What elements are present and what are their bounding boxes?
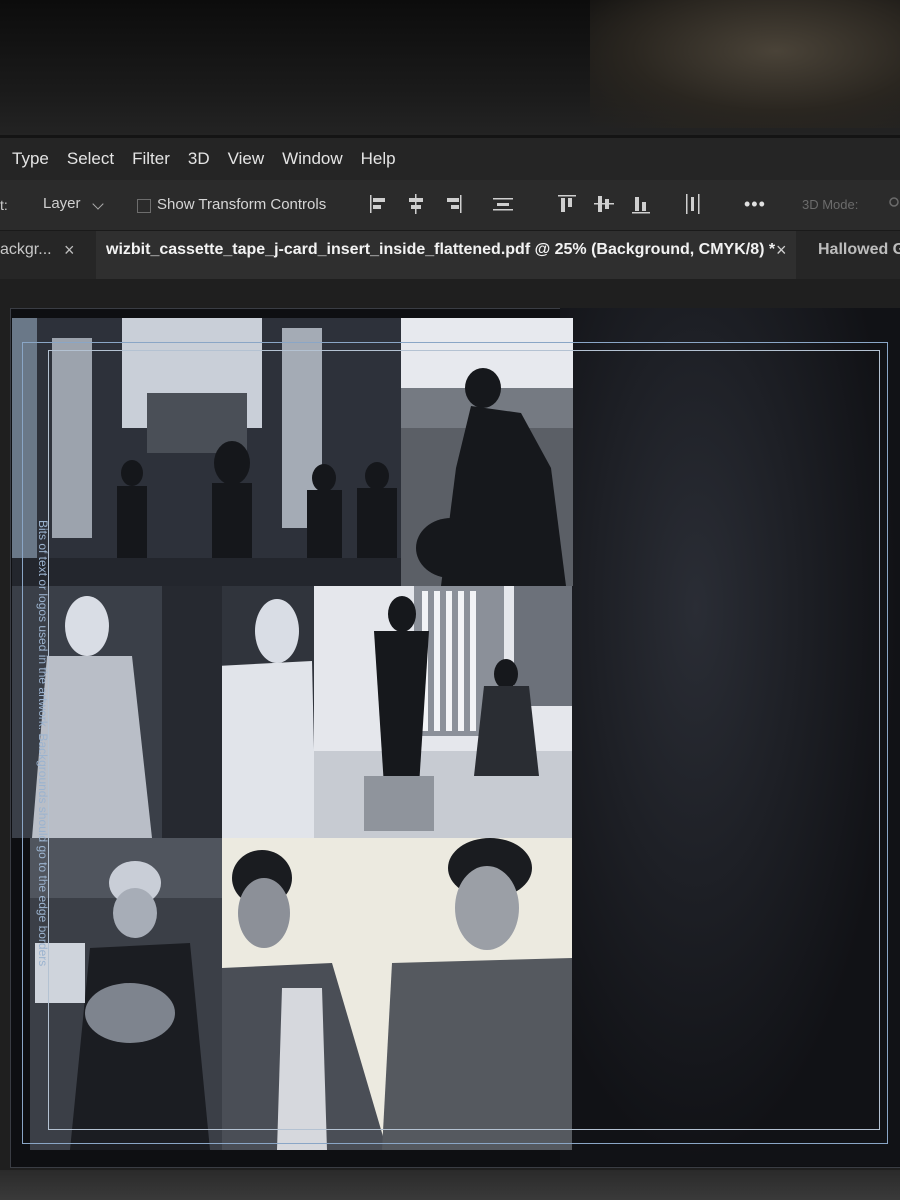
safe-area-guide [48,350,880,1130]
tab-active-document[interactable]: wizbit_cassette_tape_j-card_insert_insid… [96,231,796,279]
tab-next-document[interactable]: Hallowed G [818,241,900,259]
menu-bar: Type Select Filter 3D View Window Help [0,138,900,180]
auto-select-label: t: [0,197,8,213]
menu-filter[interactable]: Filter [132,149,170,169]
orbit-icon[interactable] [888,195,900,213]
menu-type[interactable]: Type [12,149,49,169]
ellipsis-icon[interactable]: ••• [744,194,766,215]
menu-window[interactable]: Window [282,149,342,169]
align-top-edges-icon[interactable] [556,192,578,216]
distribute-vertical-icon[interactable] [682,192,704,216]
active-tab-title: wizbit_cassette_tape_j-card_insert_insid… [106,241,776,258]
close-icon[interactable]: × [776,240,787,261]
align-right-edges-icon[interactable] [442,192,464,216]
monitor-bottom [0,1170,900,1200]
3d-mode-label: 3D Mode: [802,197,859,212]
menu-select[interactable]: Select [67,149,114,169]
guide-note-text: Bits of text or logos used in the artwor… [36,520,50,967]
show-transform-label[interactable]: Show Transform Controls [157,196,326,213]
show-transform-checkbox[interactable] [137,199,151,213]
distribute-horizontal-icon[interactable] [492,192,514,216]
options-bar: t: Layer Show Transform Controls ••• 3D … [0,180,900,231]
document-tab-bar: ackgr... × wizbit_cassette_tape_j-card_i… [0,231,900,279]
close-icon[interactable]: × [64,240,75,261]
guide-note: Bits of text or logos used in the artwor… [30,520,60,1020]
menu-view[interactable]: View [228,149,265,169]
room-reflection [590,0,900,128]
menu-help[interactable]: Help [361,149,396,169]
tab-previous-document[interactable]: ackgr... [0,241,52,259]
align-left-edges-icon[interactable] [368,192,390,216]
align-horizontal-centers-icon[interactable] [405,192,427,216]
auto-select-dropdown[interactable]: Layer [43,195,81,212]
menu-3d[interactable]: 3D [188,149,210,169]
chevron-down-icon[interactable] [92,198,104,210]
align-bottom-edges-icon[interactable] [630,192,652,216]
align-vertical-centers-icon[interactable] [593,192,615,216]
